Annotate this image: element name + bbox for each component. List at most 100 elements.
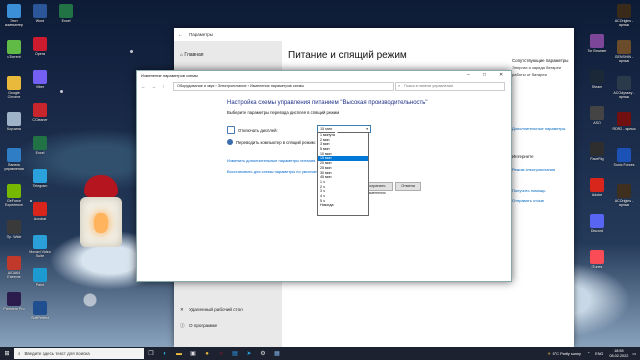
desktop-icon-label: RDR2 - ярлык bbox=[612, 127, 636, 131]
edge-icon[interactable]: ◐ bbox=[158, 347, 172, 360]
game-icon bbox=[617, 76, 631, 90]
desktop-icon[interactable]: Корзина bbox=[2, 112, 26, 131]
date: 08.02.2022 bbox=[609, 353, 629, 358]
sidebar-item-about[interactable]: ⓘ О программе bbox=[180, 323, 217, 329]
opera-icon[interactable]: ○ bbox=[214, 347, 228, 360]
sleep-label: Переводить компьютер в спящий режим: bbox=[236, 139, 316, 145]
feedback-link[interactable]: Отправить отзыв bbox=[512, 198, 572, 203]
taskbar: ⊞ ⌕ Введите здесь текст для поиска ❐ ◐ ▬… bbox=[0, 347, 640, 360]
advanced-settings-link[interactable]: Изменить дополнительные параметры питани… bbox=[227, 158, 315, 163]
desktop-icon[interactable]: Viber bbox=[28, 70, 52, 89]
desktop-icon[interactable]: FaceRig bbox=[585, 142, 609, 161]
taskbar-search[interactable]: ⌕ Введите здесь текст для поиска bbox=[14, 348, 144, 359]
desktop-icon[interactable]: Tor Browser bbox=[585, 34, 609, 53]
desktop-icon[interactable]: GENSHIN - ярлык bbox=[612, 40, 636, 63]
chevron-up-icon[interactable]: ⌃ bbox=[587, 351, 590, 356]
minimize-button[interactable]: – bbox=[467, 72, 470, 78]
task-view-icon[interactable]: ❐ bbox=[144, 347, 158, 360]
address-bar: ← → ↑ Оборудование и звук › Электропитан… bbox=[137, 81, 511, 91]
desktop-icon[interactable]: RDR2 - ярлык bbox=[612, 112, 636, 131]
app-icon bbox=[590, 106, 604, 120]
game-icon bbox=[617, 40, 631, 54]
desktop-icon[interactable]: CCleaner bbox=[28, 103, 52, 122]
chrome-icon[interactable]: ● bbox=[200, 347, 214, 360]
store-icon[interactable]: ▣ bbox=[186, 347, 200, 360]
acrobat-icon bbox=[33, 202, 47, 216]
remote-desktop-icon: ✕ bbox=[180, 307, 184, 312]
breadcrumb[interactable]: Оборудование и звук › Электропитание › И… bbox=[173, 82, 394, 91]
desktop-icon[interactable]: AIDA64 Extreme bbox=[2, 256, 26, 279]
desktop-icon[interactable]: Sonic Forces bbox=[612, 148, 636, 167]
settings-gear-icon[interactable]: ⚙ bbox=[256, 347, 270, 360]
restore-defaults-link[interactable]: Восстановить для схемы параметры по умол… bbox=[227, 169, 323, 174]
desktop-icon[interactable]: Excel bbox=[28, 136, 52, 155]
desktop-icon-label: Корзина bbox=[7, 127, 21, 131]
desktop-icon-label: Sonic Forces bbox=[613, 163, 635, 167]
search-placeholder: Поиск в панели управления bbox=[404, 84, 453, 88]
forward-arrow-icon[interactable]: → bbox=[152, 84, 157, 89]
cancel-button[interactable]: Отмена bbox=[395, 182, 421, 191]
desktop-icon-label: Telegram bbox=[32, 184, 48, 188]
desktop-icon-label: AIDA64 Extreme bbox=[7, 271, 21, 280]
desktop-icon[interactable]: Premiere Pro bbox=[2, 292, 26, 311]
windows-start-icon[interactable]: ⊞ bbox=[0, 350, 14, 357]
discord-icon bbox=[590, 214, 604, 228]
desktop-icon[interactable]: Discord bbox=[585, 214, 609, 233]
back-arrow-icon[interactable]: ← bbox=[141, 84, 146, 89]
tor-icon bbox=[590, 34, 604, 48]
sidebar-item-remote-desktop[interactable]: ✕ Удаленный рабочий стол bbox=[180, 307, 243, 313]
desktop-icon[interactable]: ACOrigins - ярлык bbox=[612, 4, 636, 27]
desktop-icon[interactable]: Steam bbox=[585, 70, 609, 89]
desktop-icon-label: ACOrigins - ярлык bbox=[614, 19, 634, 28]
desktop-icon[interactable]: Google Chrome bbox=[2, 76, 26, 99]
desktop-icon[interactable]: Excel bbox=[54, 4, 78, 23]
up-arrow-icon[interactable]: ↑ bbox=[162, 84, 164, 89]
lang-indicator[interactable]: ENG bbox=[595, 352, 603, 356]
back-arrow-icon[interactable]: ← bbox=[178, 32, 183, 38]
desktop-icon[interactable]: Пр. Wide bbox=[2, 220, 26, 239]
adobe-icon bbox=[590, 178, 604, 192]
desktop-icon[interactable]: Telegram bbox=[28, 169, 52, 188]
desktop-icon[interactable]: Movavi Video Suite bbox=[28, 235, 52, 258]
desktop-icon[interactable]: Paint bbox=[28, 268, 52, 287]
itunes-icon bbox=[590, 250, 604, 264]
telegram-icon[interactable]: ➤ bbox=[242, 347, 256, 360]
notifications-icon[interactable]: ▭ bbox=[632, 351, 636, 356]
desktop-icon[interactable]: Adobe bbox=[585, 178, 609, 197]
control-panel-icon[interactable]: ▦ bbox=[270, 347, 284, 360]
desktop-icon[interactable]: ACOdyssey - ярлык bbox=[612, 76, 636, 99]
viber-icon bbox=[33, 70, 47, 84]
search-input[interactable]: ⌕ Поиск в панели управления bbox=[395, 82, 505, 91]
taskbar-search-placeholder: Введите здесь текст для поиска bbox=[24, 351, 90, 356]
file-explorer-icon[interactable]: ▬ bbox=[172, 347, 186, 360]
additional-settings-link[interactable]: Дополнительные параметры bbox=[512, 126, 572, 131]
facerig-icon bbox=[590, 142, 604, 156]
weather-text[interactable]: 5°C Partly sunny bbox=[553, 352, 581, 356]
maximize-button[interactable]: □ bbox=[483, 72, 486, 78]
desktop-icon[interactable]: Acrobat bbox=[28, 202, 52, 221]
desktop-icon[interactable]: Этот компьютер bbox=[2, 4, 26, 27]
desktop-icon[interactable]: ACOrigins - ярлык bbox=[612, 184, 636, 207]
display-off-dropdown-list[interactable]: 1 минута 2 мин 3 мин 5 мин 10 мин 15 мин 20 ми… bbox=[317, 132, 369, 216]
get-help-link[interactable]: Получить помощь bbox=[512, 188, 572, 193]
desktop-icon[interactable]: ASO bbox=[585, 106, 609, 125]
power-mode-link[interactable]: Режим электропитания bbox=[512, 167, 572, 172]
desktop-icon[interactable]: iTunes bbox=[585, 250, 609, 269]
snowflake bbox=[60, 90, 63, 93]
photoshop-icon[interactable]: ▤ bbox=[228, 347, 242, 360]
close-button[interactable]: ✕ bbox=[499, 72, 503, 78]
sidebar-item-label: О программе bbox=[189, 323, 218, 328]
clock[interactable]: 18:55 08.02.2022 bbox=[609, 349, 628, 358]
settings-home-link[interactable]: ⌂ Главная bbox=[180, 52, 203, 58]
desktop-icon-label: Tor Browser bbox=[587, 49, 607, 53]
desktop-icon[interactable]: SoftPerfect bbox=[28, 301, 52, 320]
nvidia-icon bbox=[7, 184, 21, 198]
sidebar-item-label: Удаленный рабочий стол bbox=[189, 307, 243, 312]
desktop-icon-label: Opera bbox=[35, 52, 45, 56]
desktop-icon[interactable]: uTorrent bbox=[2, 40, 26, 59]
desktop-icon[interactable]: Панель управления bbox=[2, 148, 26, 171]
desktop-icon[interactable]: Opera bbox=[28, 37, 52, 56]
desktop-icon[interactable]: Word bbox=[28, 4, 52, 23]
dropdown-option[interactable]: Никогда bbox=[318, 203, 368, 208]
desktop-icon[interactable]: GeForce Experience bbox=[2, 184, 26, 207]
